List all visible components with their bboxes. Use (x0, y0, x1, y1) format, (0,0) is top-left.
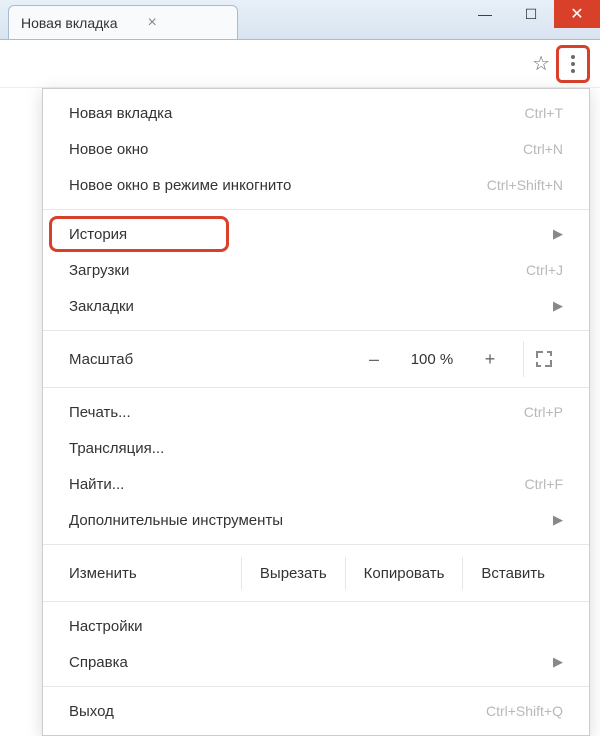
chevron-right-icon: ▶ (553, 226, 563, 242)
menu-item-label: Новое окно (69, 141, 148, 158)
paste-button[interactable]: Вставить (462, 557, 563, 590)
menu-help[interactable]: Справка ▶ (43, 644, 589, 680)
menu-new-window[interactable]: Новое окно Ctrl+N (43, 131, 589, 167)
menu-downloads[interactable]: Загрузки Ctrl+J (43, 252, 589, 288)
close-tab-icon[interactable]: × (148, 15, 157, 31)
minimize-button[interactable]: — (462, 0, 508, 28)
window-controls: — ☐ ✕ (462, 0, 600, 28)
menu-item-label: Трансляция... (69, 440, 164, 457)
edit-buttons: Вырезать Копировать Вставить (241, 557, 563, 590)
shortcut-label: Ctrl+Shift+Q (486, 703, 563, 719)
menu-edit: Изменить Вырезать Копировать Вставить (43, 551, 589, 595)
copy-button[interactable]: Копировать (345, 557, 463, 590)
shortcut-label: Ctrl+F (525, 476, 564, 492)
shortcut-label: Ctrl+J (526, 262, 563, 278)
chevron-right-icon: ▶ (553, 298, 563, 314)
separator (43, 330, 589, 331)
menu-zoom: Масштаб – 100 % + (43, 337, 589, 381)
menu-item-label: Печать... (69, 404, 131, 421)
fullscreen-icon (536, 351, 552, 367)
menu-more-tools[interactable]: Дополнительные инструменты ▶ (43, 502, 589, 538)
edit-label: Изменить (69, 565, 241, 582)
separator (43, 601, 589, 602)
separator (43, 209, 589, 210)
fullscreen-button[interactable] (523, 341, 563, 377)
separator (43, 686, 589, 687)
zoom-controls: – 100 % + (351, 341, 563, 377)
menu-item-label: Найти... (69, 476, 124, 493)
shortcut-label: Ctrl+P (524, 404, 563, 420)
menu-item-label: История (69, 226, 127, 243)
main-menu: Новая вкладка Ctrl+T Новое окно Ctrl+N Н… (42, 88, 590, 736)
menu-bookmarks[interactable]: Закладки ▶ (43, 288, 589, 324)
menu-cast[interactable]: Трансляция... (43, 430, 589, 466)
menu-button[interactable] (561, 50, 585, 78)
menu-item-label: Новая вкладка (69, 105, 172, 122)
bookmark-star-icon[interactable]: ☆ (532, 51, 550, 76)
zoom-label: Масштаб (69, 351, 351, 368)
menu-new-tab[interactable]: Новая вкладка Ctrl+T (43, 95, 589, 131)
toolbar: ☆ (0, 40, 600, 88)
separator (43, 387, 589, 388)
menu-find[interactable]: Найти... Ctrl+F (43, 466, 589, 502)
zoom-out-button[interactable]: – (351, 341, 397, 377)
menu-item-label: Загрузки (69, 262, 129, 279)
menu-incognito[interactable]: Новое окно в режиме инкогнито Ctrl+Shift… (43, 167, 589, 203)
close-window-button[interactable]: ✕ (554, 0, 600, 28)
menu-item-label: Закладки (69, 298, 134, 315)
titlebar: Новая вкладка × — ☐ ✕ (0, 0, 600, 40)
menu-settings[interactable]: Настройки (43, 608, 589, 644)
zoom-value: 100 % (397, 351, 467, 368)
menu-item-label: Выход (69, 703, 114, 720)
shortcut-label: Ctrl+T (525, 105, 564, 121)
separator (43, 544, 589, 545)
menu-button-highlight (556, 45, 590, 83)
cut-button[interactable]: Вырезать (241, 557, 345, 590)
menu-exit[interactable]: Выход Ctrl+Shift+Q (43, 693, 589, 729)
maximize-button[interactable]: ☐ (508, 0, 554, 28)
tab-title: Новая вкладка (21, 15, 118, 31)
menu-item-label: Новое окно в режиме инкогнито (69, 177, 291, 194)
menu-print[interactable]: Печать... Ctrl+P (43, 394, 589, 430)
shortcut-label: Ctrl+Shift+N (487, 177, 563, 193)
shortcut-label: Ctrl+N (523, 141, 563, 157)
browser-tab[interactable]: Новая вкладка × (8, 5, 238, 39)
chevron-right-icon: ▶ (553, 512, 563, 528)
menu-history[interactable]: История ▶ (43, 216, 589, 252)
menu-item-label: Настройки (69, 618, 143, 635)
menu-item-label: Дополнительные инструменты (69, 512, 283, 529)
zoom-in-button[interactable]: + (467, 341, 513, 377)
